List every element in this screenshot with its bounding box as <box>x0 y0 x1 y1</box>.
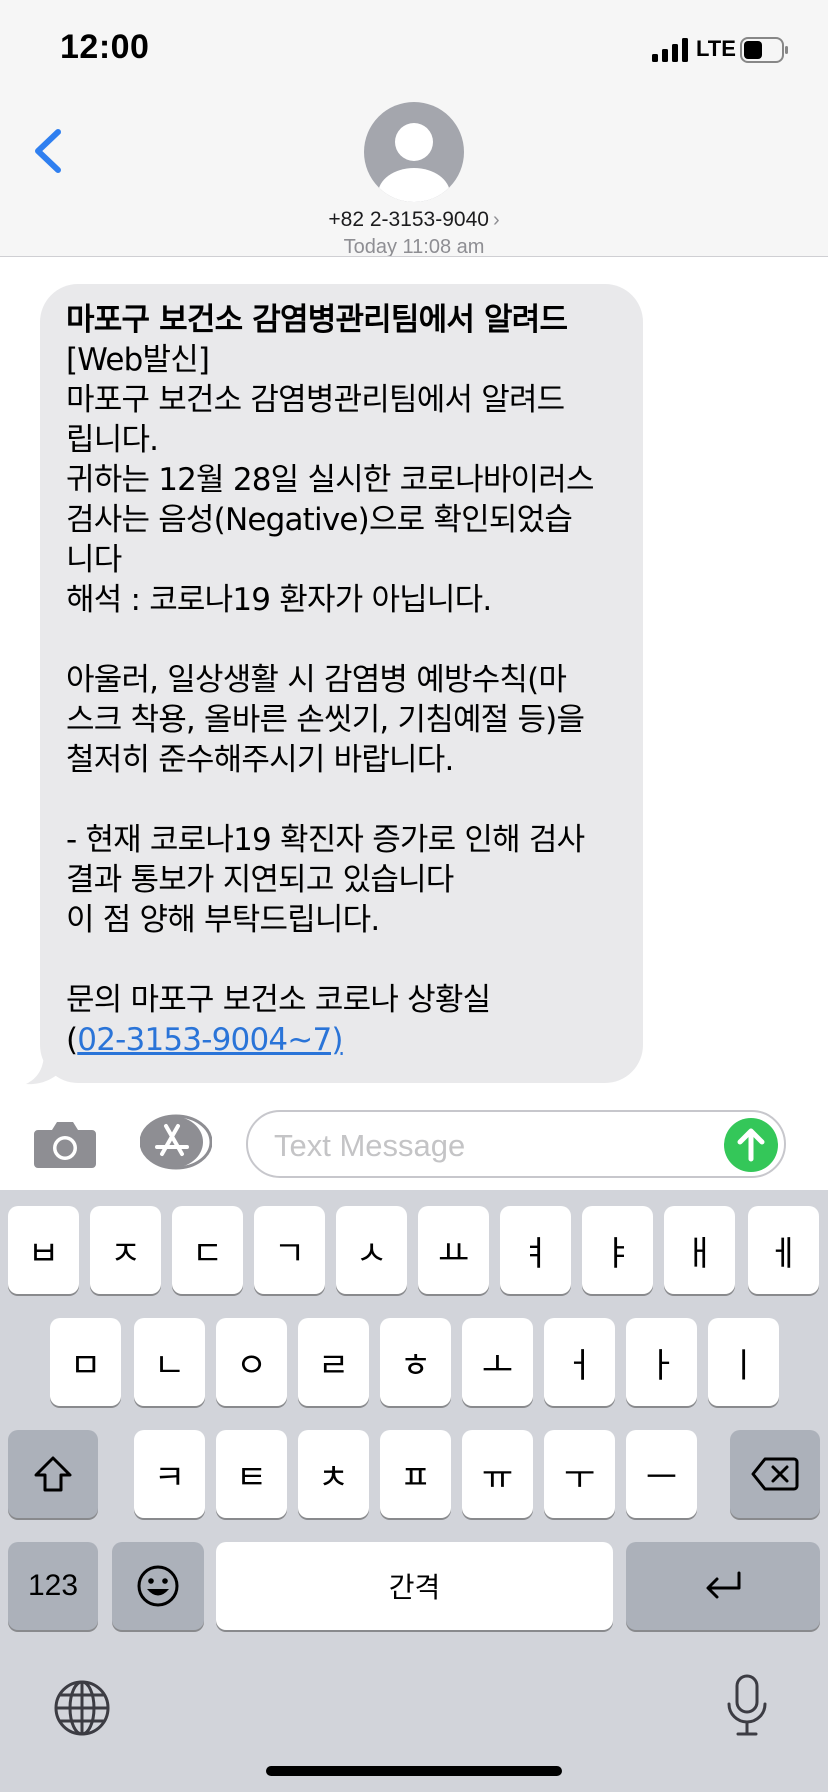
key[interactable]: ㅣ <box>708 1318 779 1406</box>
key[interactable]: ㅎ <box>380 1318 451 1406</box>
key[interactable]: ㅍ <box>380 1430 451 1518</box>
key[interactable]: ㅊ <box>298 1430 369 1518</box>
message-text: 마포구 보건소 감염병관리팀에서 알려드 [Web발신] 마포구 보건소 감염병… <box>66 300 623 1060</box>
key[interactable]: ㅅ <box>336 1206 407 1294</box>
key[interactable]: ㅑ <box>582 1206 653 1294</box>
camera-icon[interactable] <box>32 1116 98 1172</box>
key[interactable]: ㄴ <box>134 1318 205 1406</box>
emoji-icon <box>137 1565 179 1607</box>
key[interactable]: ㅌ <box>216 1430 287 1518</box>
key[interactable]: ㅡ <box>626 1430 697 1518</box>
key[interactable]: ㅗ <box>462 1318 533 1406</box>
phone-link[interactable]: 02-3153-9004~7) <box>77 1022 343 1058</box>
space-key[interactable]: 간격 <box>216 1542 613 1630</box>
key[interactable]: ㄷ <box>172 1206 243 1294</box>
key[interactable]: ㅇ <box>216 1318 287 1406</box>
message-input[interactable]: Text Message <box>246 1110 786 1178</box>
contact-avatar-icon[interactable] <box>364 102 464 202</box>
key[interactable]: ㅠ <box>462 1430 533 1518</box>
message-body: [Web발신] 마포구 보건소 감염병관리팀에서 알려드 립니다. 귀하는 12… <box>66 342 595 1058</box>
key[interactable]: ㄹ <box>298 1318 369 1406</box>
key[interactable]: ㅓ <box>544 1318 615 1406</box>
korean-keyboard: ㅂ ㅈ ㄷ ㄱ ㅅ ㅛ ㅕ ㅑ ㅐ ㅔ ㅁ ㄴ ㅇ ㄹ ㅎ ㅗ ㅓ ㅏ ㅣ ㅋ … <box>0 1190 828 1792</box>
key[interactable]: ㅐ <box>664 1206 735 1294</box>
compose-bar: Text Message <box>0 1094 828 1190</box>
received-message-bubble[interactable]: 마포구 보건소 감염병관리팀에서 알려드 [Web발신] 마포구 보건소 감염병… <box>40 284 643 1083</box>
return-icon <box>706 1571 741 1599</box>
message-title: 마포구 보건소 감염병관리팀에서 알려드 <box>66 302 568 338</box>
key[interactable]: ㅔ <box>748 1206 819 1294</box>
return-key[interactable] <box>626 1542 820 1630</box>
delete-icon <box>751 1457 799 1491</box>
key[interactable]: ㅛ <box>418 1206 489 1294</box>
key[interactable]: ㅂ <box>8 1206 79 1294</box>
contact-name[interactable]: +82 2-3153-9040 › <box>0 208 828 232</box>
cellular-signal-icon <box>652 38 688 62</box>
shift-icon <box>34 1456 72 1492</box>
numbers-key[interactable]: 123 <box>8 1542 98 1630</box>
globe-icon[interactable] <box>52 1678 112 1738</box>
key[interactable]: ㅋ <box>134 1430 205 1518</box>
conversation-header: 12:00 LTE +82 2-3153-9040 › <box>0 0 828 257</box>
send-arrow-icon[interactable] <box>724 1118 778 1172</box>
shift-key[interactable] <box>8 1430 98 1518</box>
key[interactable]: ㅜ <box>544 1430 615 1518</box>
microphone-icon[interactable] <box>724 1674 770 1738</box>
contact-chevron-icon: › <box>492 209 500 231</box>
network-label: LTE <box>696 36 736 61</box>
app-store-icon[interactable] <box>140 1114 212 1170</box>
key[interactable]: ㅏ <box>626 1318 697 1406</box>
key[interactable]: ㅕ <box>500 1206 571 1294</box>
key[interactable]: ㅈ <box>90 1206 161 1294</box>
home-indicator[interactable] <box>266 1766 562 1776</box>
message-timestamp: Today 11:08 am <box>343 236 485 256</box>
contact-number[interactable]: +82 2-3153-9040 <box>328 208 489 231</box>
key[interactable]: ㄱ <box>254 1206 325 1294</box>
status-time: 12:00 <box>60 28 150 66</box>
message-placeholder: Text Message <box>274 1128 466 1163</box>
back-chevron-icon[interactable] <box>26 124 70 178</box>
battery-icon <box>740 37 788 63</box>
emoji-key[interactable] <box>112 1542 204 1630</box>
delete-key[interactable] <box>730 1430 820 1518</box>
key[interactable]: ㅁ <box>50 1318 121 1406</box>
